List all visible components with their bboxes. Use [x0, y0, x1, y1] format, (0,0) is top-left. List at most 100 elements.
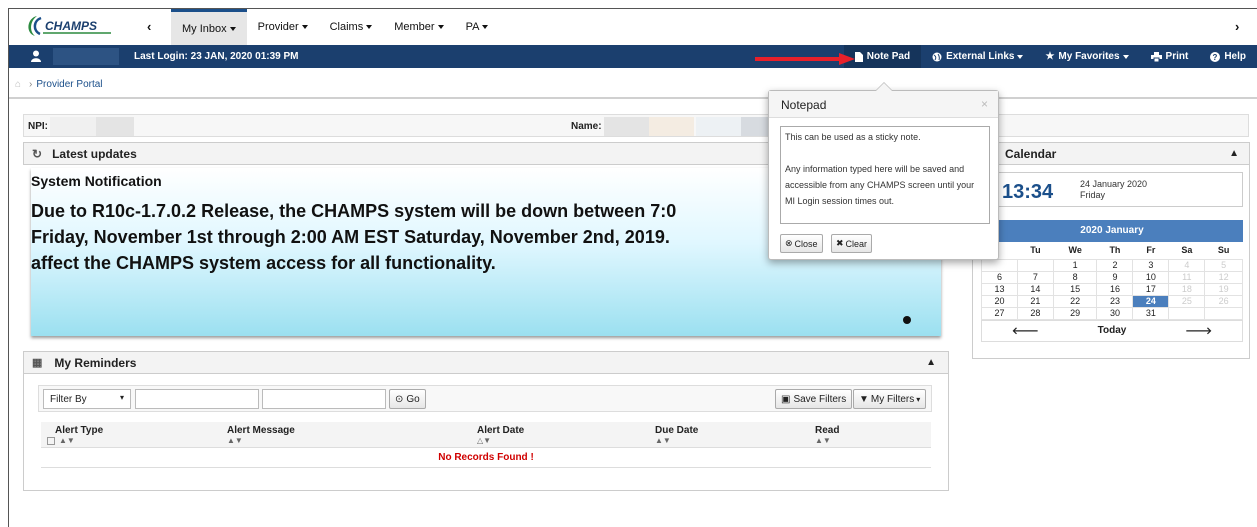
- calendar-day[interactable]: 2: [1096, 258, 1134, 272]
- sort-icon[interactable]: ▲▼: [649, 436, 809, 448]
- champs-logo[interactable]: CHAMPS: [23, 13, 119, 39]
- notepad-clear-button[interactable]: ✖ Clear: [831, 234, 873, 253]
- go-label: Go: [406, 393, 420, 405]
- menu-my-inbox[interactable]: My Inbox: [171, 9, 247, 45]
- filter-by-select[interactable]: Filter By ▾: [43, 389, 131, 409]
- menu-claims[interactable]: Claims: [319, 9, 384, 45]
- calendar-day[interactable]: 16: [1096, 282, 1134, 296]
- my-reminders-panel: ▦ My Reminders ▲ Filter By ▾ ⊙ Go ▣ Save Fi…: [23, 351, 949, 491]
- nav-prev-arrow-icon[interactable]: ‹: [147, 19, 151, 34]
- filter-value-input-2[interactable]: [262, 389, 386, 409]
- filter-by-label: Filter By: [50, 394, 87, 405]
- menu-label: Claims: [329, 21, 364, 33]
- calendar-day[interactable]: [1016, 258, 1054, 272]
- calendar-day[interactable]: 11: [1168, 270, 1206, 284]
- calendar-day[interactable]: 9: [1096, 270, 1134, 284]
- calendar-week-row: 12345: [981, 258, 1243, 272]
- home-icon[interactable]: ⌂: [15, 79, 21, 90]
- menu-pa[interactable]: PA: [455, 9, 500, 45]
- calendar-day[interactable]: 23: [1096, 294, 1134, 308]
- notepad-title: Notepad: [781, 98, 827, 112]
- calendar-day[interactable]: 12: [1204, 270, 1243, 284]
- calendar-day[interactable]: 24: [1132, 294, 1170, 308]
- calendar-day[interactable]: 7: [1016, 270, 1054, 284]
- nav-next-arrow-icon[interactable]: ›: [1235, 19, 1239, 34]
- calendar-day[interactable]: 18: [1168, 282, 1206, 296]
- sort-icon[interactable]: ▲▼: [41, 436, 221, 448]
- caret-down-icon: [301, 25, 308, 29]
- calendar-day[interactable]: 22: [1052, 294, 1098, 308]
- calendar-day[interactable]: 20: [981, 294, 1018, 308]
- app-frame: CHAMPS ‹ My Inbox Provider Claims Member…: [8, 8, 1257, 527]
- sort-icon[interactable]: ▲▼: [221, 436, 471, 448]
- star-icon: ★: [1045, 51, 1055, 62]
- calendar-today-button[interactable]: Today: [1069, 325, 1156, 336]
- calendar-day[interactable]: 3: [1132, 258, 1170, 272]
- save-filters-button[interactable]: ▣ Save Filters: [775, 389, 853, 409]
- calendar-day[interactable]: [981, 258, 1018, 272]
- column-due-date[interactable]: Due Date: [649, 422, 809, 436]
- caret-down-icon: [1122, 54, 1129, 59]
- user-bar: Last Login: 23 JAN, 2020 01:39 PM Note P…: [9, 45, 1257, 68]
- calendar-day[interactable]: 4: [1168, 258, 1206, 272]
- column-alert-date[interactable]: Alert Date: [471, 422, 649, 436]
- day-header: Sa: [1181, 245, 1193, 256]
- sort-icon[interactable]: △▼: [471, 436, 649, 448]
- calendar-day[interactable]: 19: [1204, 282, 1243, 296]
- print-button[interactable]: Print: [1140, 51, 1200, 62]
- sort-icon[interactable]: ▲▼: [809, 436, 931, 448]
- help-icon: ?: [1210, 51, 1221, 62]
- close-label: Close: [794, 238, 818, 249]
- breadcrumb-provider-portal[interactable]: Provider Portal: [36, 79, 102, 90]
- my-filters-button[interactable]: ▼ My Filters ▾: [853, 389, 927, 409]
- calendar-day[interactable]: 29: [1052, 306, 1098, 320]
- close-icon[interactable]: ×: [981, 97, 988, 111]
- calendar-day[interactable]: 28: [1016, 306, 1054, 320]
- calendar-day[interactable]: [1204, 306, 1243, 320]
- carousel-dot[interactable]: [903, 316, 911, 324]
- caret-down-icon: ▾: [916, 394, 921, 404]
- calendar-day[interactable]: 8: [1052, 270, 1098, 284]
- clear-label: Clear: [845, 238, 868, 249]
- calendar-day[interactable]: 14: [1016, 282, 1054, 296]
- breadcrumb: ⌂ › Provider Portal: [15, 79, 103, 90]
- chevron-up-icon[interactable]: ▲: [926, 357, 936, 368]
- notepad-close-button[interactable]: ⊗ Close: [780, 234, 823, 253]
- chevron-up-icon[interactable]: ▲: [1229, 148, 1239, 159]
- calendar-day[interactable]: 17: [1132, 282, 1170, 296]
- calendar-day[interactable]: 30: [1096, 306, 1134, 320]
- calendar-prev-arrow-icon[interactable]: 🡐: [982, 325, 1069, 337]
- current-time: 13:34: [1002, 181, 1054, 203]
- calendar-day[interactable]: 26: [1204, 294, 1243, 308]
- go-button[interactable]: ⊙ Go: [389, 389, 426, 409]
- menu-member[interactable]: Member: [383, 9, 454, 45]
- menu-provider[interactable]: Provider: [247, 9, 319, 45]
- table-row: No Records Found !: [41, 447, 931, 468]
- calendar-day[interactable]: 31: [1132, 306, 1170, 320]
- notepad-textarea[interactable]: This can be used as a sticky note. Any i…: [780, 126, 990, 224]
- external-links-menu[interactable]: External Links: [921, 51, 1034, 62]
- calendar-days-table: Tu We Th Fr Sa Su 1 2 3 4 5 6 7 8 9 10 11 12 13 14 15 16 17 18 1…: [981, 242, 1243, 320]
- calendar-day[interactable]: 1: [1052, 258, 1098, 272]
- column-alert-message[interactable]: Alert Message: [221, 422, 471, 436]
- note-pad-button[interactable]: Note Pad: [843, 45, 922, 68]
- name-label: Name:: [571, 121, 602, 132]
- calendar-day[interactable]: 6: [981, 270, 1018, 284]
- column-alert-type[interactable]: Alert Type: [41, 422, 221, 436]
- refresh-icon[interactable]: ↻: [32, 147, 42, 161]
- help-button[interactable]: ? Help: [1199, 51, 1257, 62]
- calendar-day[interactable]: 25: [1168, 294, 1206, 308]
- calendar-day[interactable]: 21: [1016, 294, 1054, 308]
- filter-value-input[interactable]: [135, 389, 259, 409]
- calendar-day[interactable]: 10: [1132, 270, 1170, 284]
- my-favorites-menu[interactable]: ★ My Favorites: [1034, 51, 1139, 62]
- calendar-day[interactable]: 13: [981, 282, 1018, 296]
- calendar-next-arrow-icon[interactable]: 🡒: [1155, 325, 1242, 337]
- calendar-day[interactable]: 15: [1052, 282, 1098, 296]
- select-all-checkbox[interactable]: [47, 436, 55, 445]
- calendar-day[interactable]: [1168, 306, 1206, 320]
- note-pad-label: Note Pad: [866, 51, 911, 62]
- calendar-day[interactable]: 5: [1204, 258, 1243, 272]
- calendar-day[interactable]: 27: [981, 306, 1018, 320]
- column-read[interactable]: Read: [809, 422, 931, 436]
